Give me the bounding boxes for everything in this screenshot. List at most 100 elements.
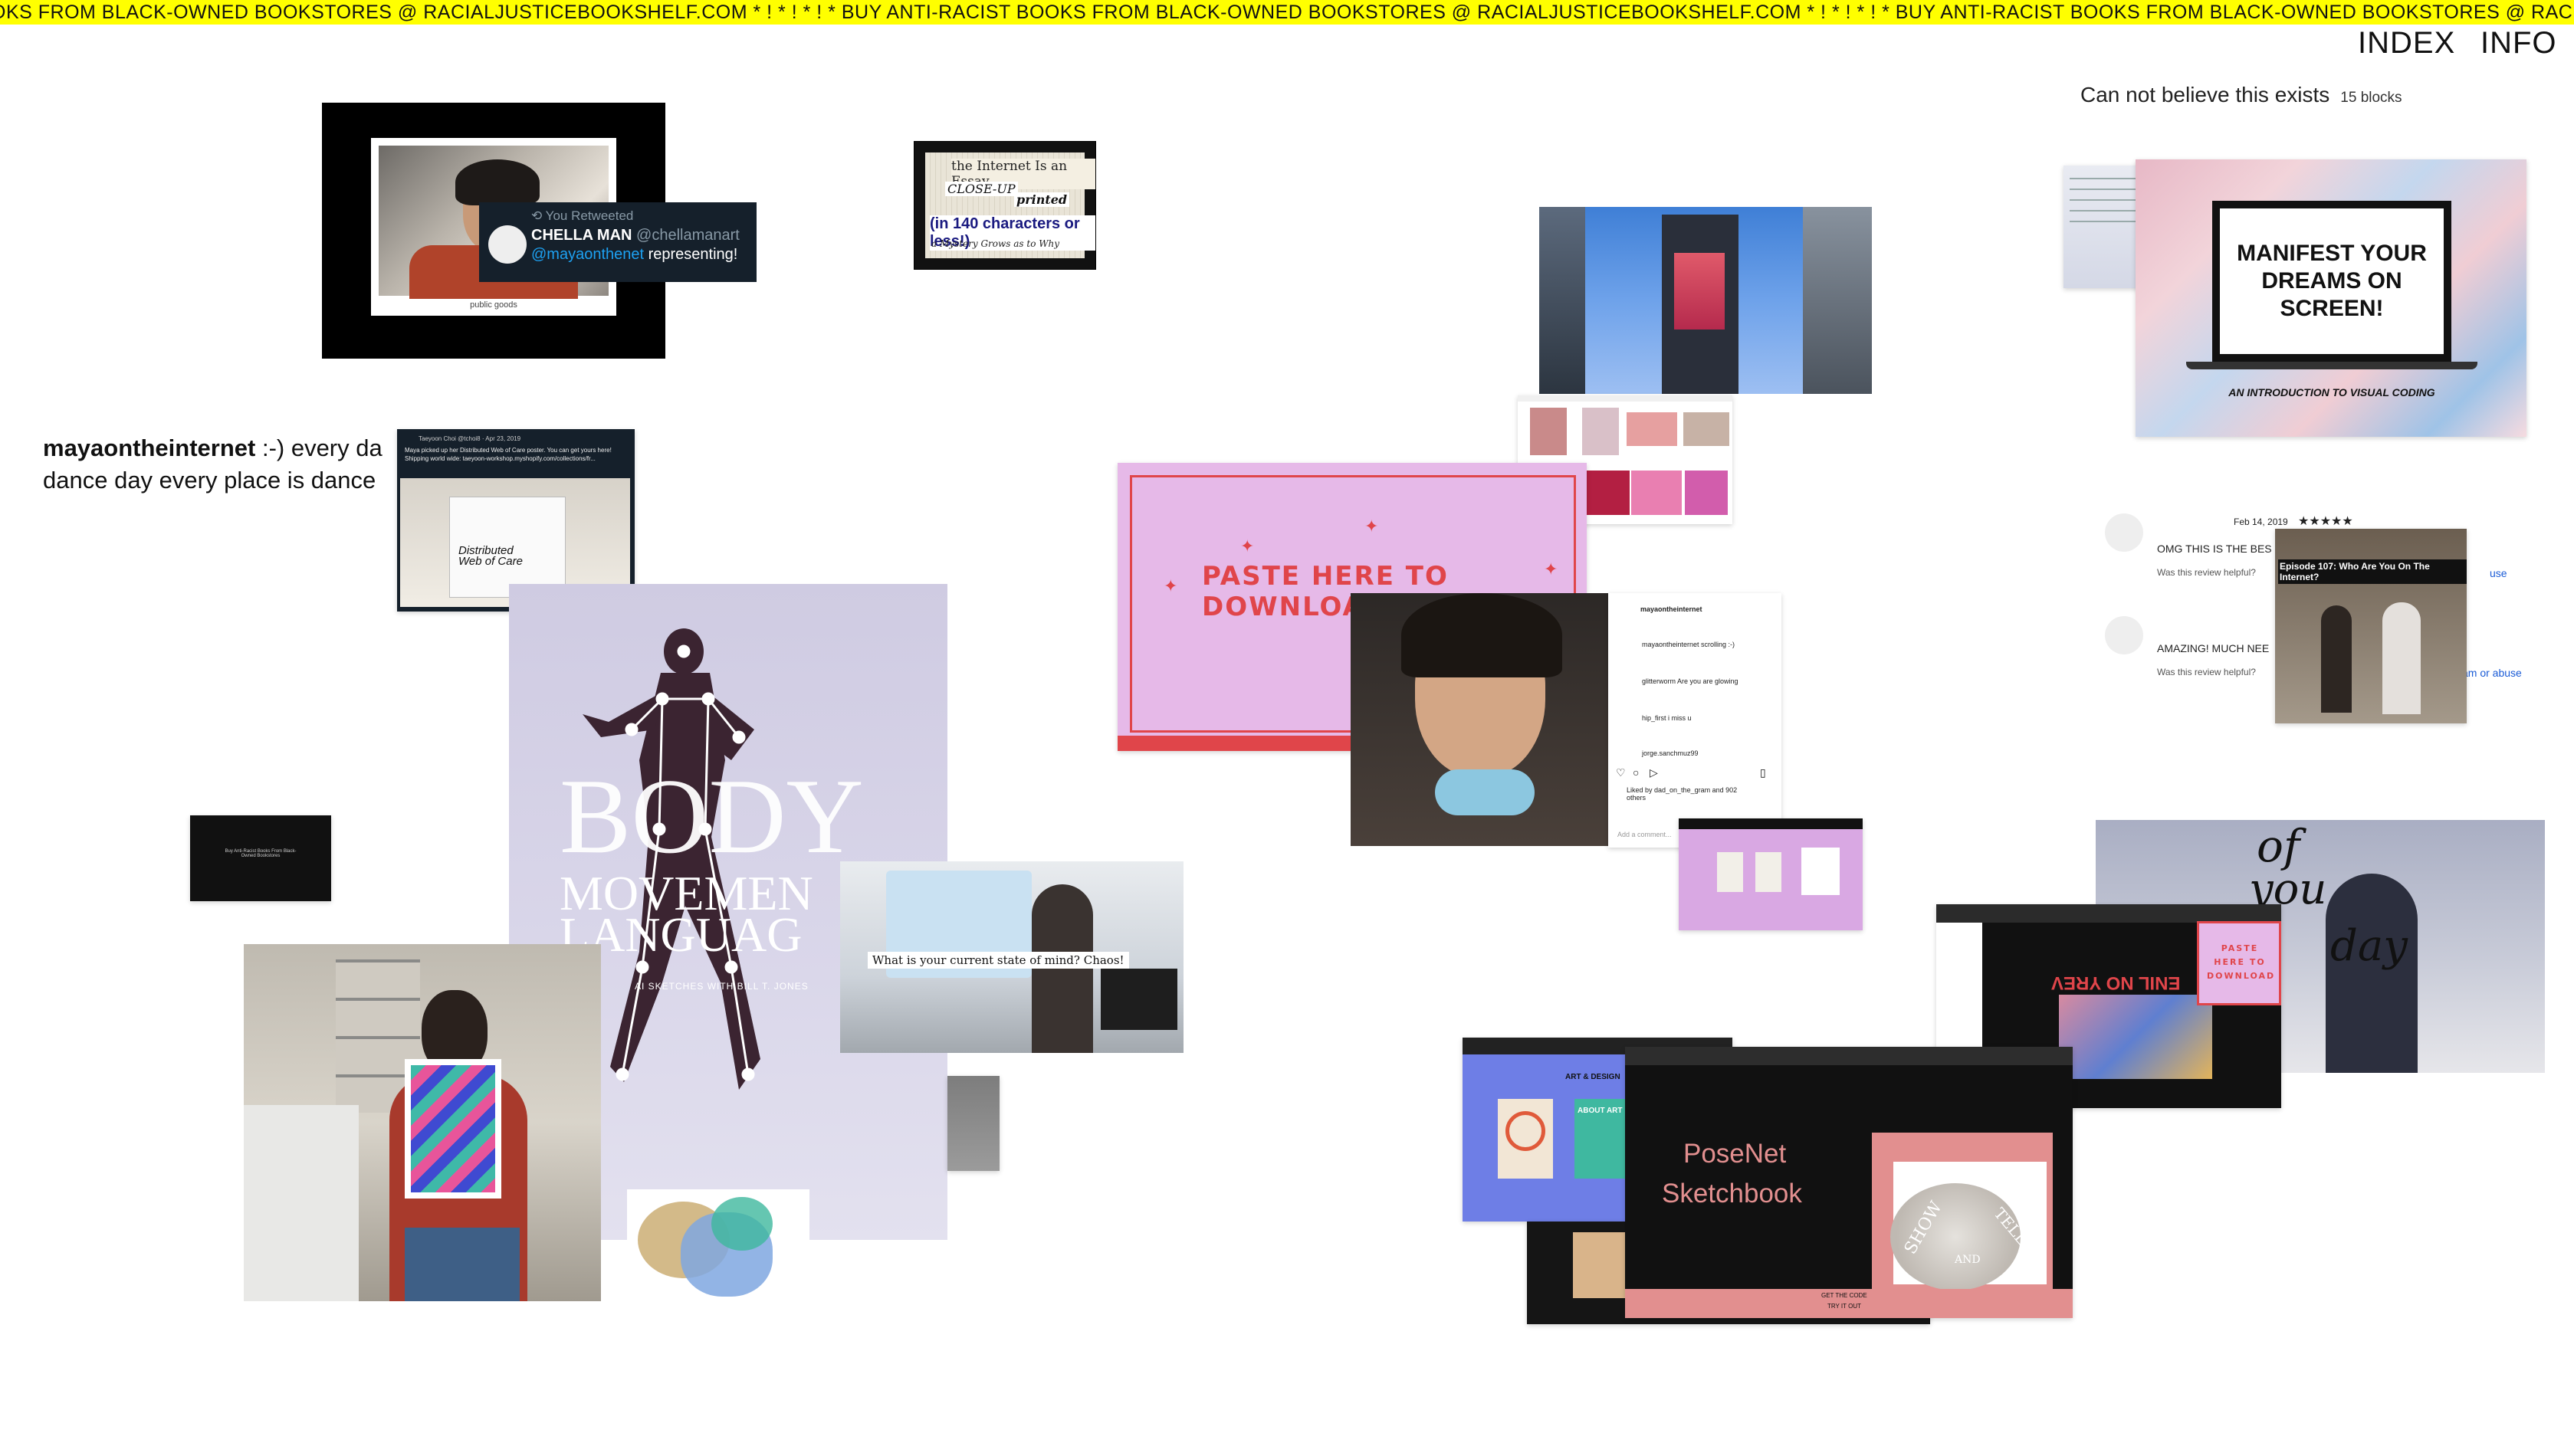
block-abstract-art[interactable] xyxy=(627,1189,809,1310)
posenet-line1: PoseNet xyxy=(1683,1139,1787,1169)
block-posenet[interactable]: PoseNet Sketchbook SHOW AND TELL GET THE… xyxy=(1625,1047,2073,1318)
collage-line3: printed xyxy=(1014,192,1070,207)
thumb-2 xyxy=(1582,408,1619,455)
monitor xyxy=(1101,969,1177,1030)
ad-about: ABOUT ART xyxy=(1578,1107,1623,1115)
block-pink-books[interactable] xyxy=(1679,818,1863,930)
laptop-screen: MANIFEST YOUR DREAMS ON SCREEN! xyxy=(2212,201,2451,362)
review-abuse-link[interactable]: am or abuse xyxy=(2462,667,2522,679)
selfie-hair xyxy=(1401,593,1562,677)
collage-line2: CLOSE-UP xyxy=(945,182,1018,196)
retweet-caption: public goods xyxy=(470,300,517,310)
thumb-4 xyxy=(1683,412,1729,446)
bio-line2: dance day every place is dance xyxy=(43,467,376,494)
review-use-link[interactable]: use xyxy=(2490,567,2507,579)
ig-user: mayaontheinternet xyxy=(1640,605,1702,613)
sparkle-icon-3: ✦ xyxy=(1164,576,1178,595)
and-word: AND xyxy=(1955,1254,1981,1266)
block-instagram[interactable]: mayaontheinternet mayaontheinternet scro… xyxy=(1608,593,1781,848)
body-subtitle: AI SKETCHES WITH BILL T. JONES xyxy=(635,981,809,992)
mind-caption: What is your current state of mind? Chao… xyxy=(868,952,1129,969)
posenet-get-code[interactable]: GET THE CODE xyxy=(1821,1292,1867,1299)
review-helpful-2[interactable]: Was this review helpful? xyxy=(2157,667,2256,677)
block-episode[interactable]: Episode 107: Who Are You On The Internet… xyxy=(2275,529,2467,723)
mind-answer: Chaos! xyxy=(1083,953,1124,967)
author-name: CHELLA MAN xyxy=(531,227,632,244)
building-right xyxy=(1803,207,1872,394)
thumb-7 xyxy=(1631,471,1682,515)
held-poster xyxy=(405,1059,501,1199)
heart-icon[interactable]: ♡ xyxy=(1616,766,1626,779)
bio-username: mayaontheinternet xyxy=(43,435,256,461)
bio-text: mayaontheinternet :-) every da dance day… xyxy=(43,432,396,497)
review-stars: ★★★★★ xyxy=(2298,515,2353,528)
comment-icon[interactable]: ○ xyxy=(1633,766,1639,779)
bio-line1: :-) every da xyxy=(255,435,382,461)
billboard xyxy=(1674,253,1725,330)
bookstore-text: Buy Anti-Racist Books From Black-Owned B… xyxy=(225,849,297,858)
book-3 xyxy=(1801,848,1840,895)
ig-add-comment[interactable]: Add a comment... xyxy=(1617,831,1672,838)
thumb-1 xyxy=(1530,408,1567,455)
ig-caption: mayaontheinternet scrolling :-) xyxy=(1642,641,1735,648)
block-bookstore[interactable]: Buy Anti-Racist Books From Black-Owned B… xyxy=(190,815,331,901)
block-poster-photo[interactable] xyxy=(244,944,601,1301)
doc-lines xyxy=(2070,178,2139,224)
strip-thumb xyxy=(1573,1232,1627,1298)
ad-book-swirl xyxy=(1505,1111,1545,1151)
tweet-body: @mayaonthenet representing! xyxy=(531,246,747,264)
browser-chrome xyxy=(1936,904,2281,923)
nav-index-link[interactable]: INDEX xyxy=(2358,26,2455,61)
day-word: day xyxy=(2330,921,2408,971)
dancer-silhouette xyxy=(2326,874,2418,1073)
block-times-square[interactable] xyxy=(1539,207,1872,394)
posenet-chrome xyxy=(1625,1047,2073,1065)
laptop-base xyxy=(2186,362,2477,369)
manifest-line2: DREAMS ON xyxy=(2261,268,2402,293)
dancer-left xyxy=(2321,605,2352,713)
body-title-1: BODY xyxy=(560,757,864,876)
person-hair xyxy=(455,159,540,205)
ad-label: ART & DESIGN xyxy=(1565,1073,1620,1081)
selfie-mask xyxy=(1435,769,1535,815)
dancer-right xyxy=(2382,602,2421,714)
review-avatar-2 xyxy=(2105,616,2143,654)
nav-info-link[interactable]: INFO xyxy=(2480,26,2557,61)
ig-likes: Liked by dad_on_the_gram and 902 others xyxy=(1627,786,1738,802)
paste-mini: PASTE HERE TO DOWNLOAD xyxy=(2197,921,2281,1005)
block-state-of-mind[interactable]: What is your current state of mind? Chao… xyxy=(840,861,1184,1053)
block-gray-image[interactable] xyxy=(947,1076,1000,1171)
review-helpful-1[interactable]: Was this review helpful? xyxy=(2157,567,2256,578)
presenter xyxy=(1032,884,1093,1053)
thumb-3 xyxy=(1627,412,1677,446)
art-blob-3 xyxy=(711,1197,773,1251)
review-text-1: OMG THIS IS THE BES xyxy=(2157,543,2272,555)
tweet-text: representing! xyxy=(644,246,738,263)
announcement-ticker[interactable]: OKS FROM BLACK-OWNED BOOKSTORES @ RACIAL… xyxy=(0,0,2574,25)
share-icon[interactable]: ▷ xyxy=(1650,766,1658,779)
person-jeans xyxy=(405,1228,520,1301)
bookmark-icon[interactable]: ▯ xyxy=(1760,766,1766,779)
review-avatar-1 xyxy=(2105,513,2143,552)
episode-title: Episode 107: Who Are You On The Internet… xyxy=(2278,559,2467,584)
posenet-line2: Sketchbook xyxy=(1662,1179,1802,1208)
ig-comment-1: glitterworm Are you are glowing xyxy=(1642,677,1738,685)
retweet-overlay[interactable]: ⟲ You Retweeted CHELLA MAN @chellamanart… xyxy=(479,202,757,282)
book-1 xyxy=(1717,852,1743,892)
manifest-subtitle: AN INTRODUCTION TO VISUAL CODING xyxy=(2228,386,2435,398)
book-2 xyxy=(1755,852,1781,892)
manifest-line3: SCREEN! xyxy=(2280,296,2384,321)
online-collage xyxy=(2059,995,2212,1079)
posenet-try-it[interactable]: TRY IT OUT xyxy=(1827,1303,1861,1310)
review-date: Feb 14, 2019 xyxy=(2234,516,2288,527)
block-collage[interactable]: the Internet Is an Essay CLOSE-UP printe… xyxy=(914,141,1096,270)
sparkle-icon-1: ✦ xyxy=(1240,536,1255,556)
tweet-mention[interactable]: @mayaonthenet xyxy=(531,246,644,263)
sparkle-icon-2: ✦ xyxy=(1364,516,1379,536)
ticker-text: OKS FROM BLACK-OWNED BOOKSTORES @ RACIAL… xyxy=(0,2,2574,23)
block-selfie[interactable] xyxy=(1351,593,1608,846)
channel-title: Can not believe this exists 15 blocks xyxy=(2080,83,2402,107)
tweet-author: CHELLA MAN @chellamanart xyxy=(531,227,747,244)
mind-question: What is your current state of mind? xyxy=(872,953,1080,967)
avatar xyxy=(488,225,527,264)
